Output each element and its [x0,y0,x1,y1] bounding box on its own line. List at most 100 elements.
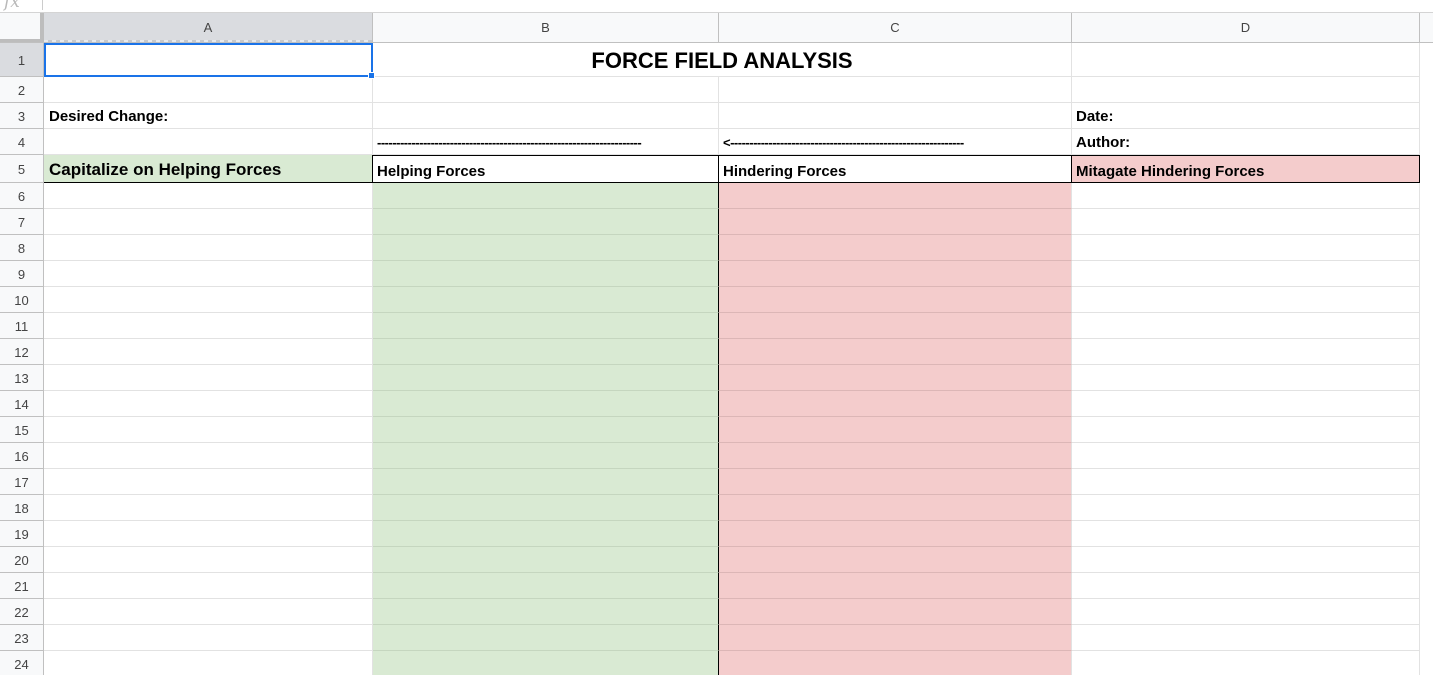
row-header-8[interactable]: 8 [0,235,44,261]
row-header-22[interactable]: 22 [0,599,44,625]
row-header-24[interactable]: 24 [0,651,44,675]
cell-a23[interactable] [44,625,373,651]
cell-b21[interactable] [373,573,719,599]
cell-a22[interactable] [44,599,373,625]
cell-d12[interactable] [1072,339,1420,365]
cell-d11[interactable] [1072,313,1420,339]
cell-c21[interactable] [719,573,1072,599]
cell-b11[interactable] [373,313,719,339]
cell-c14[interactable] [719,391,1072,417]
cell-b8[interactable] [373,235,719,261]
cell-a16[interactable] [44,443,373,469]
cell-c16[interactable] [719,443,1072,469]
formula-bar[interactable]: fx [0,0,1433,13]
cell-b17[interactable] [373,469,719,495]
cell-a18[interactable] [44,495,373,521]
cell-b14[interactable] [373,391,719,417]
cell-b16[interactable] [373,443,719,469]
cell-a11[interactable] [44,313,373,339]
row-header-18[interactable]: 18 [0,495,44,521]
cell-a24[interactable] [44,651,373,675]
row-header-20[interactable]: 20 [0,547,44,573]
cell-d20[interactable] [1072,547,1420,573]
desired-change-label[interactable]: Desired Change: [44,103,373,129]
cell-b6[interactable] [373,183,719,209]
cell-c2[interactable] [719,77,1072,103]
cell-b18[interactable] [373,495,719,521]
cell-a12[interactable] [44,339,373,365]
cell-b10[interactable] [373,287,719,313]
cell-c23[interactable] [719,625,1072,651]
row-header-14[interactable]: 14 [0,391,44,417]
cell-d8[interactable] [1072,235,1420,261]
fill-handle[interactable] [368,72,375,79]
cell-a6[interactable] [44,183,373,209]
cell-d13[interactable] [1072,365,1420,391]
cell-b22[interactable] [373,599,719,625]
cell-c3[interactable] [719,103,1072,129]
row-header-16[interactable]: 16 [0,443,44,469]
cell-d23[interactable] [1072,625,1420,651]
cell-d2[interactable] [1072,77,1420,103]
row-header-21[interactable]: 21 [0,573,44,599]
helping-arrow-dashes[interactable]: ----------------------------------------… [373,129,719,155]
cell-a14[interactable] [44,391,373,417]
row-header-13[interactable]: 13 [0,365,44,391]
author-label[interactable]: Author: [1072,129,1420,155]
cell-b20[interactable] [373,547,719,573]
row-header-15[interactable]: 15 [0,417,44,443]
cell-d16[interactable] [1072,443,1420,469]
cell-d6[interactable] [1072,183,1420,209]
cell-d24[interactable] [1072,651,1420,675]
cell-c12[interactable] [719,339,1072,365]
cell-d18[interactable] [1072,495,1420,521]
date-label[interactable]: Date: [1072,103,1420,129]
cell-d15[interactable] [1072,417,1420,443]
cell-d14[interactable] [1072,391,1420,417]
cell-d1[interactable] [1072,43,1420,77]
cell-d17[interactable] [1072,469,1420,495]
cell-a20[interactable] [44,547,373,573]
row-header-12[interactable]: 12 [0,339,44,365]
cell-b2[interactable] [373,77,719,103]
mitigate-hindering-header[interactable]: Mitagate Hindering Forces [1072,155,1420,183]
cell-b19[interactable] [373,521,719,547]
cell-c18[interactable] [719,495,1072,521]
cell-a19[interactable] [44,521,373,547]
cell-c9[interactable] [719,261,1072,287]
capitalize-helping-header[interactable]: Capitalize on Helping Forces [44,155,373,183]
column-header-b[interactable]: B [373,13,719,42]
row-header-4[interactable]: 4 [0,129,44,155]
row-header-10[interactable]: 10 [0,287,44,313]
row-header-19[interactable]: 19 [0,521,44,547]
cell-c17[interactable] [719,469,1072,495]
cell-a13[interactable] [44,365,373,391]
cell-c22[interactable] [719,599,1072,625]
cell-a10[interactable] [44,287,373,313]
row-header-17[interactable]: 17 [0,469,44,495]
cell-c15[interactable] [719,417,1072,443]
cell-d19[interactable] [1072,521,1420,547]
row-header-6[interactable]: 6 [0,183,44,209]
cell-c7[interactable] [719,209,1072,235]
row-header-2[interactable]: 2 [0,77,44,103]
helping-forces-header[interactable]: Helping Forces [373,155,719,183]
select-all-corner[interactable] [0,13,44,42]
cell-a7[interactable] [44,209,373,235]
cell-b23[interactable] [373,625,719,651]
cell-a17[interactable] [44,469,373,495]
column-header-d[interactable]: D [1072,13,1420,42]
cell-a4[interactable] [44,129,373,155]
cell-d7[interactable] [1072,209,1420,235]
row-header-7[interactable]: 7 [0,209,44,235]
row-header-5[interactable]: 5 [0,155,44,183]
cell-a8[interactable] [44,235,373,261]
cell-b13[interactable] [373,365,719,391]
cell-a9[interactable] [44,261,373,287]
cell-c10[interactable] [719,287,1072,313]
column-header-c[interactable]: C [719,13,1072,42]
row-header-11[interactable]: 11 [0,313,44,339]
row-header-3[interactable]: 3 [0,103,44,129]
cell-c8[interactable] [719,235,1072,261]
cell-a21[interactable] [44,573,373,599]
